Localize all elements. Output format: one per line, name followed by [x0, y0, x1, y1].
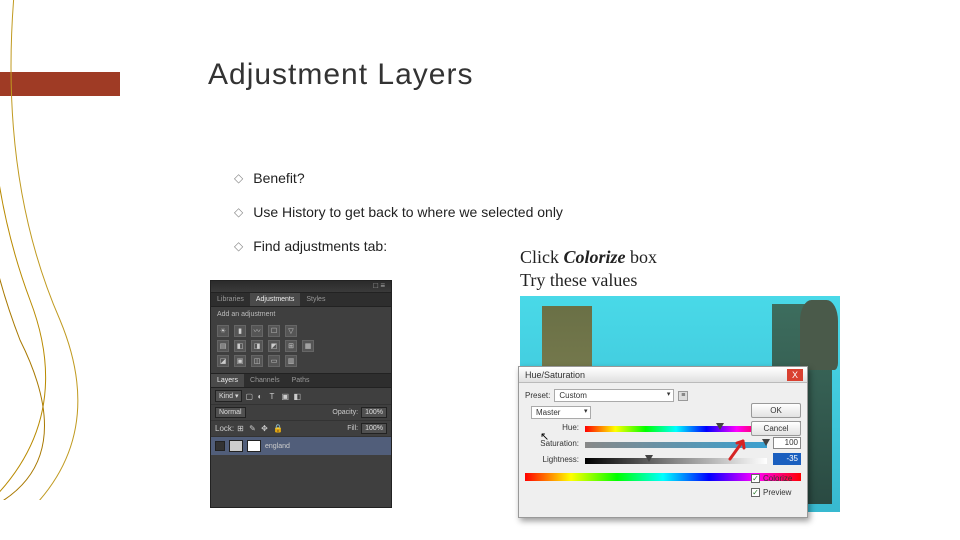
- tab-paths[interactable]: Paths: [286, 374, 316, 387]
- tab-adjustments[interactable]: Adjustments: [250, 293, 301, 306]
- lock-row: Lock: ⊞ ✎ ✥ 🔒 Fill: 100%: [211, 421, 391, 437]
- dialog-title: Hue/Saturation: [525, 370, 585, 380]
- lower-tabs: Layers Channels Paths: [211, 373, 391, 388]
- colorize-checkbox[interactable]: ✓Colorize: [751, 474, 801, 483]
- preset-select[interactable]: Custom: [554, 389, 674, 402]
- preview-label: Preview: [763, 488, 791, 497]
- tab-layers[interactable]: Layers: [211, 374, 244, 387]
- preview-checkbox[interactable]: ✓Preview: [751, 488, 801, 497]
- checkbox-icon: ✓: [751, 488, 760, 497]
- bullet-item: ◇ Find adjustments tab:: [234, 238, 563, 254]
- lightness-label: Lightness:: [525, 455, 585, 464]
- lock-icon[interactable]: ✥: [261, 424, 270, 433]
- tab-styles[interactable]: Styles: [300, 293, 331, 306]
- exposure-icon[interactable]: ☐: [268, 325, 280, 337]
- colorize-label: Colorize: [763, 474, 792, 483]
- instr-line2: Try these values: [520, 269, 657, 292]
- page-title: Adjustment Layers: [208, 58, 473, 92]
- instr-post: box: [626, 247, 658, 267]
- close-icon[interactable]: X: [787, 369, 803, 381]
- bw-icon[interactable]: ◨: [251, 340, 263, 352]
- fill-field[interactable]: 100%: [361, 423, 387, 434]
- threshold-icon[interactable]: ◫: [251, 355, 263, 367]
- checkbox-icon: ✓: [751, 474, 760, 483]
- filter-icon[interactable]: ▣: [281, 392, 290, 401]
- hue-saturation-dialog: Hue/Saturation X Preset: Custom ≡ Master…: [518, 366, 808, 518]
- diamond-icon: ◇: [234, 171, 243, 185]
- adjustments-panel: Libraries Adjustments Styles Add an adju…: [210, 280, 392, 508]
- filter-row: Kind ▾ ▢ ◐ T ▣ ◧: [211, 388, 391, 405]
- instruction-text: Click Colorize box Try these values: [520, 246, 657, 293]
- tab-libraries[interactable]: Libraries: [211, 293, 250, 306]
- callout-arrow-icon: [727, 437, 749, 461]
- mask-thumb: [247, 440, 261, 452]
- blend-row: Normal Opacity: 100%: [211, 405, 391, 421]
- instr-em: Colorize: [564, 247, 626, 267]
- instr-pre: Click: [520, 247, 564, 267]
- layer-name: england: [265, 443, 290, 450]
- filter-icon[interactable]: ◧: [293, 392, 302, 401]
- dialog-titlebar: Hue/Saturation X: [519, 367, 807, 383]
- ok-button[interactable]: OK: [751, 403, 801, 418]
- lock-icon[interactable]: 🔒: [273, 424, 282, 433]
- panel-tabs: Libraries Adjustments Styles: [211, 293, 391, 307]
- lookup-icon[interactable]: ▦: [302, 340, 314, 352]
- diamond-icon: ◇: [234, 205, 243, 219]
- opacity-label: Opacity:: [332, 409, 358, 416]
- visibility-icon[interactable]: [215, 441, 225, 451]
- hue-label: Hue:: [525, 423, 585, 432]
- layer-item[interactable]: england: [211, 437, 391, 455]
- cursor-icon: ↖: [540, 430, 549, 443]
- fill-label: Fill:: [347, 425, 358, 432]
- adjustment-icon-grid: ☀ ▮ 〰 ☐ ▽ ▤ ◧ ◨ ◩ ⊞ ▦ ◪ ▣ ◫ ▭ ▥: [211, 325, 391, 373]
- photo-icon[interactable]: ◩: [268, 340, 280, 352]
- levels-icon[interactable]: ▮: [234, 325, 246, 337]
- colorbal-icon[interactable]: ◧: [234, 340, 246, 352]
- photo-statue: [800, 300, 838, 370]
- preset-label: Preset:: [525, 391, 550, 400]
- saturation-label: Saturation:: [525, 439, 585, 448]
- hue-icon[interactable]: ▤: [217, 340, 229, 352]
- lock-label: Lock:: [215, 424, 234, 433]
- bullet-text: Use History to get back to where we sele…: [253, 204, 563, 220]
- opacity-field[interactable]: 100%: [361, 407, 387, 418]
- tab-channels[interactable]: Channels: [244, 374, 286, 387]
- gradmap-icon[interactable]: ▭: [268, 355, 280, 367]
- cancel-button[interactable]: Cancel: [751, 421, 801, 436]
- preset-menu-icon[interactable]: ≡: [678, 391, 688, 401]
- filter-icon[interactable]: ▢: [245, 392, 254, 401]
- bullet-list: ◇ Benefit? ◇ Use History to get back to wh…: [234, 170, 563, 272]
- bullet-text: Benefit?: [253, 170, 304, 186]
- bullet-item: ◇ Benefit?: [234, 170, 563, 186]
- brightness-icon[interactable]: ☀: [217, 325, 229, 337]
- diamond-icon: ◇: [234, 239, 243, 253]
- layer-thumb: [229, 440, 243, 452]
- filter-icon[interactable]: ◐: [257, 392, 266, 401]
- vibrance-icon[interactable]: ▽: [285, 325, 297, 337]
- panel-header: [211, 281, 391, 293]
- curves-icon[interactable]: 〰: [251, 325, 263, 337]
- filter-icon[interactable]: T: [269, 392, 278, 401]
- blend-select[interactable]: Normal: [215, 407, 246, 418]
- bullet-text: Find adjustments tab:: [253, 238, 387, 254]
- lock-icon[interactable]: ⊞: [237, 424, 246, 433]
- channel-select[interactable]: Master: [531, 406, 591, 419]
- invert-icon[interactable]: ◪: [217, 355, 229, 367]
- panel-subheader: Add an adjustment: [211, 307, 391, 322]
- poster-icon[interactable]: ▣: [234, 355, 246, 367]
- selcolor-icon[interactable]: ▥: [285, 355, 297, 367]
- accent-bar: [0, 72, 120, 96]
- lock-icon[interactable]: ✎: [249, 424, 258, 433]
- hue-slider[interactable]: [585, 423, 767, 431]
- kind-select[interactable]: Kind ▾: [215, 390, 242, 402]
- mixer-icon[interactable]: ⊞: [285, 340, 297, 352]
- bullet-item: ◇ Use History to get back to where we sel…: [234, 204, 563, 220]
